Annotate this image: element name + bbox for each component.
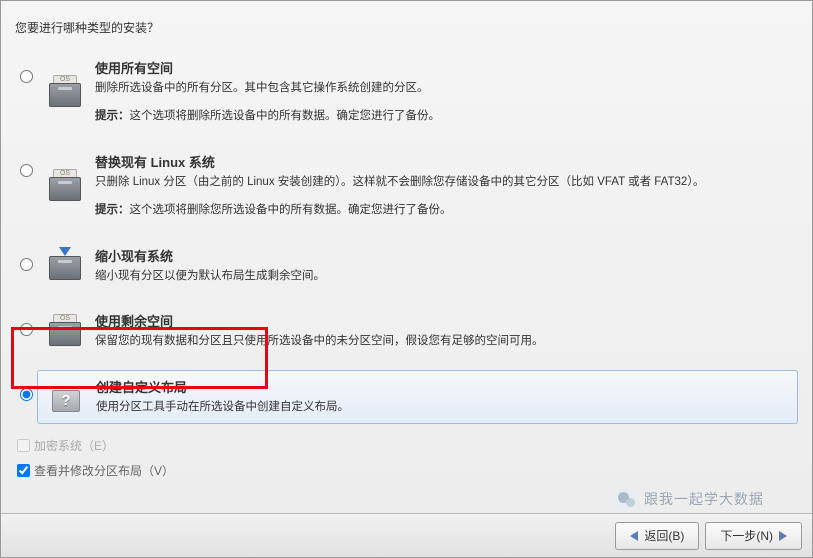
encrypt-system-checkbox: 加密系统（E） [17,437,174,454]
option-text-col: 使用剩余空间保留您的现有数据和分区且只使用所选设备中的未分区空间，假设您有足够的… [89,311,794,350]
watermark: 跟我一起学大数据 [614,487,764,511]
radio-col [15,370,37,401]
wechat-icon [614,487,638,511]
option-text-col: 缩小现有系统缩小现有分区以便为默认布局生成剩余空间。 [89,246,794,285]
option-hint: 提示：这个选项将删除所选设备中的所有数据。确定您进行了备份。 [95,107,794,125]
option-title: 替换现有 Linux 系统 [95,152,794,171]
radio-use-all[interactable] [20,70,33,83]
footer-bar: 返回(B) 下一步(N) [1,513,812,557]
option-icon-col: OS [41,73,89,111]
option-text-col: 使用所有空间删除所选设备中的所有分区。其中包含其它操作系统创建的分区。提示：这个… [89,58,794,126]
hint-label: 提示： [95,110,130,122]
option-icon-col: OS [41,312,89,350]
option-body: OS缩小现有系统缩小现有分区以便为默认布局生成剩余空间。 [37,240,798,291]
radio-shrink[interactable] [20,258,33,271]
option-desc: 只删除 Linux 分区（由之前的 Linux 安装创建的）。这样就不会删除您存… [95,173,794,191]
review-checkbox-input[interactable] [17,464,30,477]
os-disk-icon: OS [47,169,83,205]
option-body: OS使用剩余空间保留您的现有数据和分区且只使用所选设备中的未分区空间，假设您有足… [37,305,798,356]
os-disk-icon: OS [47,314,83,350]
shrink-disk-icon: OS [47,248,83,284]
option-title: 使用剩余空间 [95,311,794,330]
installer-window: 您要进行哪种类型的安装？ OS使用所有空间删除所选设备中的所有分区。其中包含其它… [0,0,813,558]
option-hint: 提示：这个选项将删除您所选设备中的所有数据。确定您进行了备份。 [95,201,794,219]
encrypt-checkbox-input [17,439,30,452]
option-shrink[interactable]: OS缩小现有系统缩小现有分区以便为默认布局生成剩余空间。 [15,234,798,299]
watermark-text: 跟我一起学大数据 [644,489,764,509]
option-title: 缩小现有系统 [95,246,794,265]
extra-options: 加密系统（E） 查看并修改分区布局（V） [17,437,174,487]
option-body: OS使用所有空间删除所选设备中的所有分区。其中包含其它操作系统创建的分区。提示：… [37,52,798,132]
option-desc: 使用分区工具手动在所选设备中创建自定义布局。 [96,398,793,416]
review-label: 查看并修改分区布局（V） [34,462,174,479]
drive-slot-icon [58,260,72,263]
option-use-all[interactable]: OS使用所有空间删除所选设备中的所有分区。其中包含其它操作系统创建的分区。提示：… [15,46,798,140]
radio-col [15,52,37,83]
option-title: 创建自定义布局 [96,377,793,396]
drive-slot-icon [58,326,72,329]
back-button-label: 返回(B) [644,527,684,544]
option-icon-col: OS [41,246,89,284]
option-use-free[interactable]: OS使用剩余空间保留您的现有数据和分区且只使用所选设备中的未分区空间，假设您有足… [15,299,798,364]
os-disk-icon: OS [47,75,83,111]
next-button[interactable]: 下一步(N) [705,522,802,550]
option-text-col: 替换现有 Linux 系统只删除 Linux 分区（由之前的 Linux 安装创… [89,152,794,220]
radio-custom[interactable] [20,388,33,401]
hint-label: 提示： [95,204,130,216]
option-desc: 缩小现有分区以便为默认布局生成剩余空间。 [95,267,794,285]
review-layout-checkbox[interactable]: 查看并修改分区布局（V） [17,462,174,479]
hint-text: 这个选项将删除所选设备中的所有数据。确定您进行了备份。 [130,110,441,122]
option-title: 使用所有空间 [95,58,794,77]
arrow-right-icon [779,531,787,541]
radio-col [15,305,37,336]
hint-text: 这个选项将删除您所选设备中的所有数据。确定您进行了备份。 [130,204,452,216]
radio-col [15,240,37,271]
question-disk-icon: ? [48,380,84,416]
drive-slot-icon [58,87,72,90]
option-desc: 保留您的现有数据和分区且只使用所选设备中的未分区空间，假设您有足够的空间可用。 [95,332,794,350]
encrypt-label: 加密系统（E） [34,437,114,454]
option-body: OS替换现有 Linux 系统只删除 Linux 分区（由之前的 Linux 安… [37,146,798,226]
option-custom[interactable]: ? 创建自定义布局使用分区工具手动在所选设备中创建自定义布局。 [15,364,798,431]
radio-replace-linux[interactable] [20,164,33,177]
option-body: ? 创建自定义布局使用分区工具手动在所选设备中创建自定义布局。 [37,370,798,423]
content-area: 您要进行哪种类型的安装？ OS使用所有空间删除所选设备中的所有分区。其中包含其它… [1,1,812,432]
drive-slot-icon [58,181,72,184]
arrow-left-icon [630,531,638,541]
radio-use-free[interactable] [20,323,33,336]
option-text-col: 创建自定义布局使用分区工具手动在所选设备中创建自定义布局。 [90,377,793,416]
option-replace-linux[interactable]: OS替换现有 Linux 系统只删除 Linux 分区（由之前的 Linux 安… [15,140,798,234]
shrink-arrow-icon [59,247,71,256]
option-desc: 删除所选设备中的所有分区。其中包含其它操作系统创建的分区。 [95,79,794,97]
option-icon-col: OS [41,167,89,205]
back-button[interactable]: 返回(B) [615,522,699,550]
question-mark-icon: ? [52,390,80,412]
radio-col [15,146,37,177]
install-options-group: OS使用所有空间删除所选设备中的所有分区。其中包含其它操作系统创建的分区。提示：… [15,46,798,432]
install-type-prompt: 您要进行哪种类型的安装？ [15,19,798,36]
next-button-label: 下一步(N) [720,527,773,544]
option-icon-col: ? [42,378,90,416]
